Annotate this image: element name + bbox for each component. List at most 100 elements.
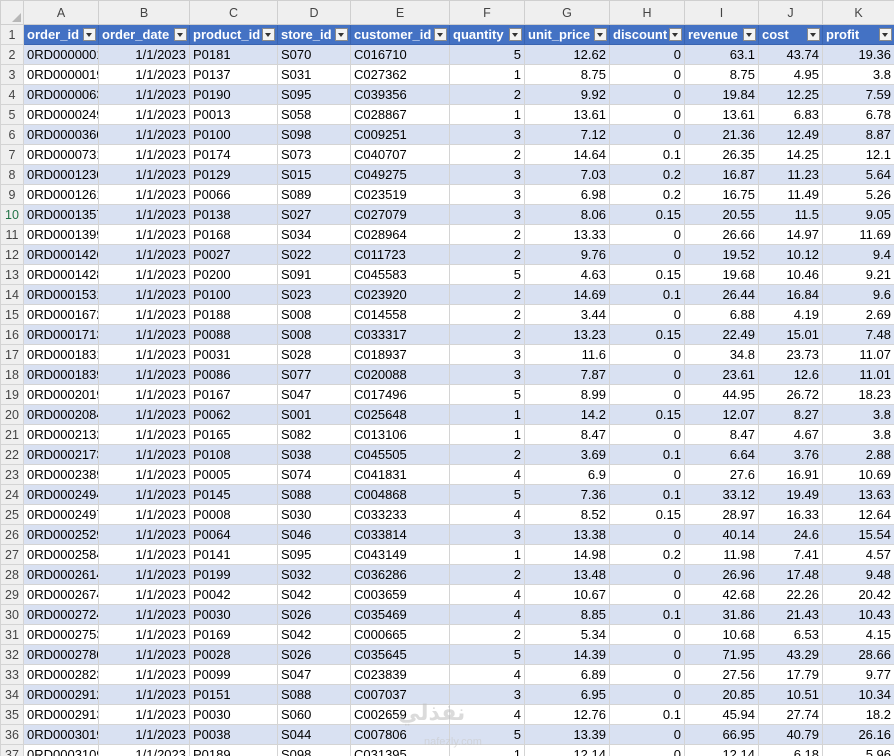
row-number[interactable]: 36 [0,724,24,745]
cell-revenue[interactable]: 26.35 [684,144,759,165]
cell-product-id[interactable]: P0066 [189,184,278,205]
cell-store-id[interactable]: S023 [277,284,351,305]
cell-product-id[interactable]: P0005 [189,464,278,485]
cell-order-id[interactable]: 0RD0002497 [23,504,99,525]
cell-order-id[interactable]: 0RD0002913 [23,704,99,725]
cell-cost[interactable]: 16.84 [758,284,823,305]
cell-discount[interactable]: 0 [609,344,685,365]
cell-unit-price[interactable]: 7.36 [524,484,610,505]
cell-order-id[interactable]: 0RD0002912 [23,684,99,705]
cell-product-id[interactable]: P0129 [189,164,278,185]
row-number[interactable]: 15 [0,304,24,325]
cell-store-id[interactable]: S001 [277,404,351,425]
cell-quantity[interactable]: 5 [449,44,525,65]
cell-revenue[interactable]: 12.14 [684,744,759,756]
cell-unit-price[interactable]: 12.62 [524,44,610,65]
cell-revenue[interactable]: 31.86 [684,604,759,625]
cell-order-date[interactable]: 1/1/2023 [98,724,190,745]
cell-quantity[interactable]: 2 [449,624,525,645]
cell-unit-price[interactable]: 13.33 [524,224,610,245]
cell-customer-id[interactable]: C031395 [350,744,450,756]
cell-order-id[interactable]: 0RD0000360 [23,124,99,145]
cell-unit-price[interactable]: 6.89 [524,664,610,685]
cell-cost[interactable]: 8.27 [758,404,823,425]
cell-unit-price[interactable]: 5.34 [524,624,610,645]
cell-discount[interactable]: 0 [609,584,685,605]
cell-order-date[interactable]: 1/1/2023 [98,704,190,725]
cell-profit[interactable]: 9.6 [822,284,894,305]
cell-profit[interactable]: 9.48 [822,564,894,585]
row-number[interactable]: 23 [0,464,24,485]
row-number[interactable]: 2 [0,44,24,65]
cell-order-id[interactable]: 0RD0002132 [23,424,99,445]
header-cell-product-id[interactable]: product_id [189,24,278,45]
cell-store-id[interactable]: S015 [277,164,351,185]
cell-profit[interactable]: 3.8 [822,404,894,425]
cell-quantity[interactable]: 1 [449,404,525,425]
cell-order-id[interactable]: 0RD0001672 [23,304,99,325]
cell-quantity[interactable]: 2 [449,284,525,305]
cell-quantity[interactable]: 2 [449,564,525,585]
cell-discount[interactable]: 0.15 [609,264,685,285]
filter-dropdown-icon[interactable] [509,28,522,41]
cell-revenue[interactable]: 27.6 [684,464,759,485]
cell-product-id[interactable]: P0168 [189,224,278,245]
cell-quantity[interactable]: 4 [449,704,525,725]
cell-cost[interactable]: 43.74 [758,44,823,65]
cell-profit[interactable]: 18.23 [822,384,894,405]
cell-profit[interactable]: 5.96 [822,744,894,756]
cell-revenue[interactable]: 71.95 [684,644,759,665]
cell-order-date[interactable]: 1/1/2023 [98,124,190,145]
cell-revenue[interactable]: 19.84 [684,84,759,105]
cell-store-id[interactable]: S060 [277,704,351,725]
cell-product-id[interactable]: P0174 [189,144,278,165]
cell-quantity[interactable]: 3 [449,164,525,185]
cell-customer-id[interactable]: C018937 [350,344,450,365]
cell-product-id[interactable]: P0190 [189,84,278,105]
select-all-corner[interactable] [0,0,24,25]
cell-unit-price[interactable]: 8.99 [524,384,610,405]
cell-store-id[interactable]: S044 [277,724,351,745]
cell-order-id[interactable]: 0RD0002084 [23,404,99,425]
cell-customer-id[interactable]: C007806 [350,724,450,745]
cell-customer-id[interactable]: C023839 [350,664,450,685]
cell-order-date[interactable]: 1/1/2023 [98,744,190,756]
cell-store-id[interactable]: S091 [277,264,351,285]
cell-store-id[interactable]: S070 [277,44,351,65]
cell-order-date[interactable]: 1/1/2023 [98,44,190,65]
cell-order-id[interactable]: 0RD0001261 [23,184,99,205]
cell-unit-price[interactable]: 8.47 [524,424,610,445]
column-header-j[interactable]: J [758,0,823,25]
cell-store-id[interactable]: S042 [277,624,351,645]
cell-cost[interactable]: 43.29 [758,644,823,665]
cell-quantity[interactable]: 3 [449,524,525,545]
cell-revenue[interactable]: 11.98 [684,544,759,565]
cell-order-date[interactable]: 1/1/2023 [98,84,190,105]
cell-revenue[interactable]: 42.68 [684,584,759,605]
cell-product-id[interactable]: P0199 [189,564,278,585]
cell-order-id[interactable]: 0RD0000001 [23,44,99,65]
cell-unit-price[interactable]: 3.69 [524,444,610,465]
cell-order-id[interactable]: 0RD0001357 [23,204,99,225]
cell-quantity[interactable]: 4 [449,504,525,525]
column-header-f[interactable]: F [449,0,525,25]
cell-cost[interactable]: 4.19 [758,304,823,325]
cell-customer-id[interactable]: C004868 [350,484,450,505]
cell-order-id[interactable]: 0RD0003019 [23,724,99,745]
row-number[interactable]: 19 [0,384,24,405]
cell-cost[interactable]: 10.12 [758,244,823,265]
cell-revenue[interactable]: 13.61 [684,104,759,125]
column-header-a[interactable]: A [23,0,99,25]
column-header-i[interactable]: I [684,0,759,25]
cell-revenue[interactable]: 27.56 [684,664,759,685]
cell-order-date[interactable]: 1/1/2023 [98,604,190,625]
filter-dropdown-icon[interactable] [262,28,275,41]
cell-quantity[interactable]: 4 [449,604,525,625]
cell-quantity[interactable]: 1 [449,104,525,125]
cell-order-date[interactable]: 1/1/2023 [98,244,190,265]
row-number[interactable]: 17 [0,344,24,365]
cell-revenue[interactable]: 8.75 [684,64,759,85]
cell-store-id[interactable]: S034 [277,224,351,245]
cell-cost[interactable]: 14.25 [758,144,823,165]
row-number[interactable]: 8 [0,164,24,185]
